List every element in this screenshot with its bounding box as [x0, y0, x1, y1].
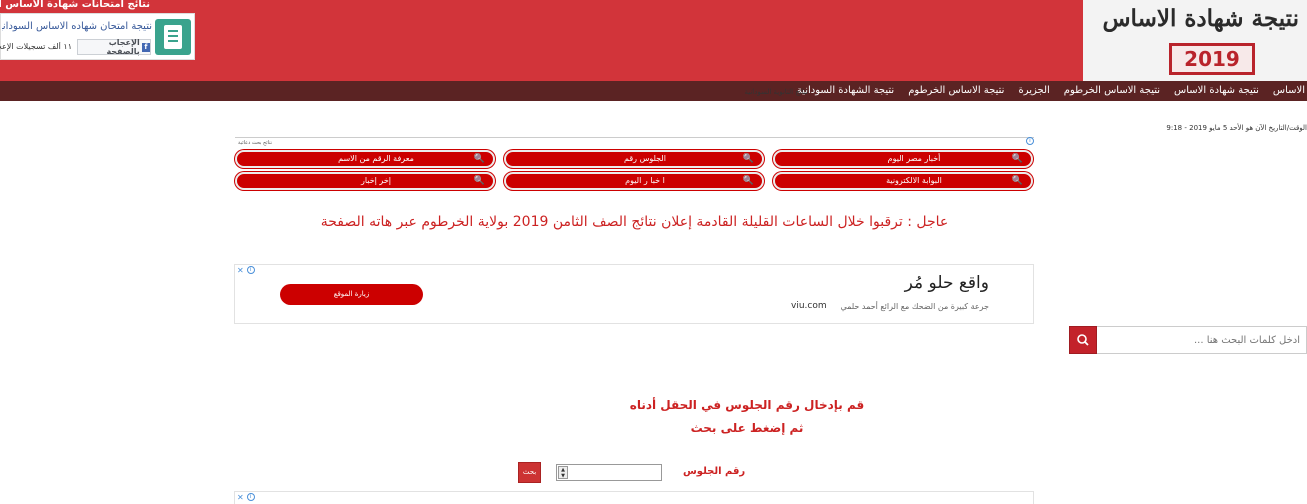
main-nav: الاساس نتيجة شهادة الاساس نتيجة الاساس ا…	[0, 81, 1307, 101]
ad-choices[interactable]: ✕ i	[237, 266, 255, 275]
nav-list: الاساس نتيجة شهادة الاساس نتيجة الاساس ا…	[797, 81, 1307, 101]
facebook-likes-count: ١١ ألف تسجيلات الإعجاب	[0, 42, 72, 51]
ad-link-label: إخر إخبار	[360, 176, 391, 185]
nav-item-khartoum[interactable]: نتيجة الاساس الخرطوم	[1064, 81, 1160, 101]
advertisement[interactable]: ✕ i واقع حلو مُر جرعة كبيرة من الضحك مع …	[234, 264, 1034, 324]
form-instruction-1: قم بإدخال رقم الجلوس في الحقل أدناه	[629, 398, 865, 412]
number-spinner[interactable]: ▲ ▼	[558, 466, 568, 479]
ad-search-links: نتائج بحث دعائية i 🔍 أخبار مصر اليوم 🔍 ا…	[235, 137, 1034, 192]
info-icon[interactable]: i	[1026, 137, 1034, 145]
ad-link-egypt-news[interactable]: 🔍 أخبار مصر اليوم	[773, 150, 1033, 168]
seat-number-label: رقم الجلوس	[683, 466, 746, 477]
info-icon[interactable]: i	[246, 266, 255, 274]
nav-item-khartoum-2[interactable]: نتيجة الاساس الخرطوم	[908, 81, 1004, 101]
form-instruction-2: ثم إضغط على بحث	[690, 421, 804, 435]
nav-item-basic[interactable]: الاساس	[1273, 81, 1305, 101]
ad-link-label: الجلوس رقم	[624, 154, 666, 163]
current-datetime: الوقت/التاريخ الآن هو الأحد 5 مايو 2019 …	[1166, 124, 1307, 132]
site-logo[interactable]: نتيجة شهادة الاساس 2019	[1083, 0, 1307, 81]
facebook-page-name[interactable]: نتيجة امتحان شهاده الاساس السودانية	[2, 21, 152, 32]
close-icon[interactable]: ✕	[237, 493, 244, 502]
ad-link-seat-number[interactable]: 🔍 الجلوس رقم	[504, 150, 764, 168]
site-title[interactable]: نتائج امتحانات شهادة الاساس السودانية	[0, 0, 150, 10]
ad-link-number-by-name[interactable]: 🔍 معرفة الرقم من الاسم	[235, 150, 495, 168]
search-submit-button[interactable]: بحث	[518, 462, 541, 483]
ad-choices[interactable]: ✕ i	[237, 493, 255, 502]
ad-visit-button[interactable]: زيارة الموقع	[280, 284, 423, 305]
sub-nav: نتائج الثانوية السودانية	[744, 86, 808, 98]
ad-link-latest-news[interactable]: 🔍 إخر إخبار	[235, 172, 495, 190]
ad-link-e-portal[interactable]: 🔍 البوابة الالكترونية	[773, 172, 1033, 190]
ad-link-today-news[interactable]: 🔍 ا خبا ر اليوم	[504, 172, 764, 190]
sidebar-search-button[interactable]	[1069, 326, 1097, 354]
breaking-news: عاجل : ترقبوا خلال الساعات القليلة القاد…	[320, 214, 949, 230]
ad-links-label: نتائج بحث دعائية	[238, 140, 273, 146]
facebook-like-button[interactable]: f الإعجاب بالصفحة	[77, 38, 151, 56]
facebook-like-label: الإعجاب بالصفحة	[106, 38, 140, 56]
site-header: نتائج امتحانات شهادة الاساس السودانية نت…	[0, 0, 1307, 81]
ad-headline[interactable]: واقع حلو مُر	[905, 273, 989, 293]
nav-item-gezira[interactable]: الجزيرة	[1018, 81, 1049, 101]
ad-domain[interactable]: viu.com	[791, 301, 827, 311]
ad-link-label: أخبار مصر اليوم	[887, 154, 941, 163]
ad-link-label: معرفة الرقم من الاسم	[338, 154, 414, 163]
sidebar-search	[1069, 326, 1307, 354]
facebook-page-thumbnail[interactable]	[155, 19, 191, 55]
bottom-advertisement[interactable]: ✕ i	[234, 491, 1034, 504]
search-icon	[1077, 334, 1089, 346]
logo-text: نتيجة شهادة الاساس	[1102, 5, 1299, 32]
info-icon[interactable]: i	[246, 493, 255, 501]
facebook-icon: f	[141, 42, 150, 52]
ad-link-label: البوابة الالكترونية	[886, 176, 942, 185]
logo-year: 2019	[1169, 43, 1255, 75]
nav-item-sudanese-cert[interactable]: نتيجة الشهادة السودانية	[797, 81, 894, 101]
ad-description: جرعة كبيرة من الضحك مع الرائع أحمد حلمي	[840, 302, 989, 311]
facebook-page-widget[interactable]: نتيجة امتحان شهاده الاساس السودانية f ال…	[0, 13, 195, 60]
ad-link-label: ا خبا ر اليوم	[625, 176, 665, 185]
subnav-item-secondary[interactable]: نتائج الثانوية السودانية	[744, 86, 808, 98]
nav-item-basic-result[interactable]: نتيجة شهادة الاساس	[1174, 81, 1259, 101]
sidebar-search-input[interactable]	[1097, 326, 1307, 354]
document-icon	[164, 25, 182, 49]
seat-number-input[interactable]	[556, 464, 662, 481]
close-icon[interactable]: ✕	[237, 266, 244, 275]
